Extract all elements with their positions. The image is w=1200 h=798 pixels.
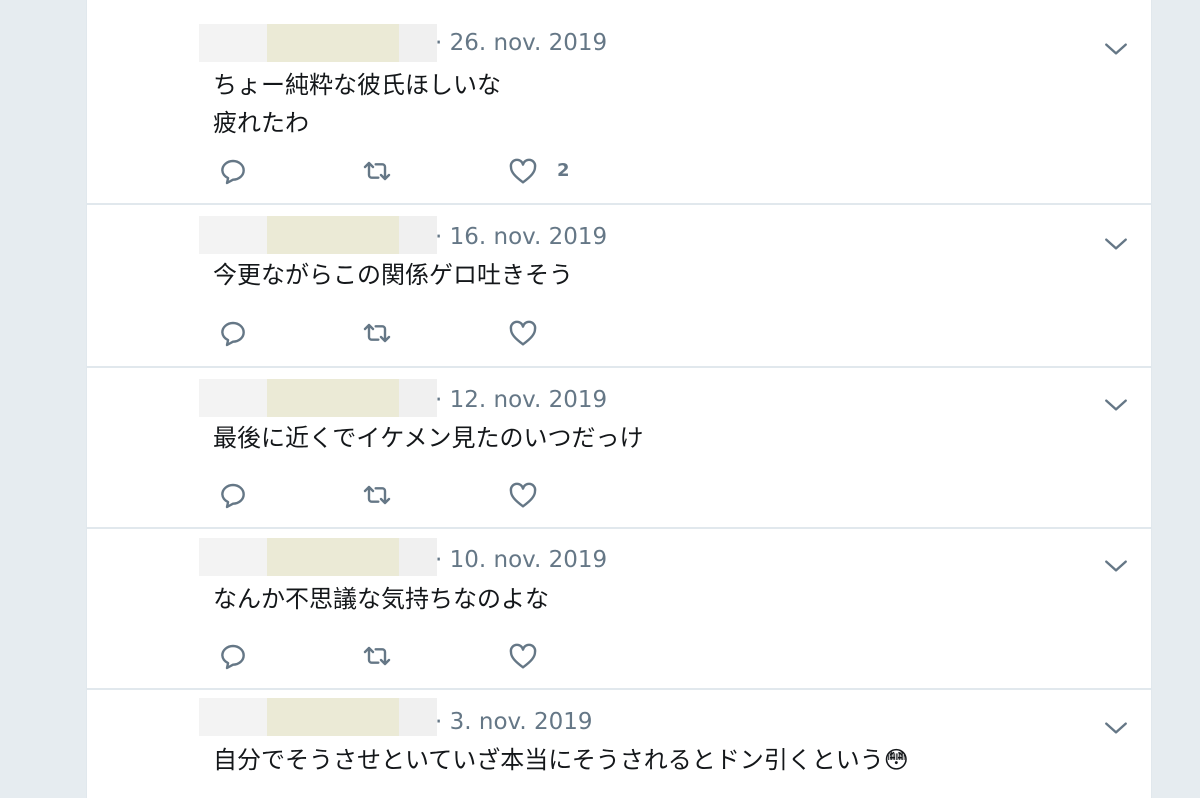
retweet-icon[interactable] xyxy=(361,317,393,349)
chevron-down-icon[interactable] xyxy=(1103,392,1129,418)
timeline: · 26. nov. 2019 ちょー純粋な彼氏ほしいな 疲れたわ 2 · 16… xyxy=(86,0,1152,798)
reply-icon[interactable] xyxy=(217,479,249,511)
tweet[interactable]: · 26. nov. 2019 ちょー純粋な彼氏ほしいな 疲れたわ 2 xyxy=(87,6,1151,205)
tweet-date[interactable]: · 12. nov. 2019 xyxy=(435,387,607,413)
tweet-text: ちょー純粋な彼氏ほしいな 疲れたわ xyxy=(213,71,501,137)
retweet-icon[interactable] xyxy=(361,479,393,511)
tweet-text: 自分でそうさせといていざ本当にそうされるとドン引くという😳 xyxy=(213,746,909,774)
tweet-text: なんか不思議な気持ちなのよな xyxy=(213,585,549,613)
heart-icon[interactable] xyxy=(507,640,539,672)
chevron-down-icon[interactable] xyxy=(1103,553,1129,579)
tweet-date[interactable]: · 26. nov. 2019 xyxy=(435,30,607,56)
heart-icon[interactable] xyxy=(507,317,539,349)
tweet-text: 最後に近くでイケメン見たのいつだっけ xyxy=(213,424,644,452)
chevron-down-icon[interactable] xyxy=(1103,715,1129,741)
tweet[interactable]: · 12. nov. 2019 最後に近くでイケメン見たのいつだっけ xyxy=(87,368,1151,529)
heart-icon[interactable] xyxy=(507,479,539,511)
tweet-date[interactable]: · 10. nov. 2019 xyxy=(435,547,607,573)
retweet-icon[interactable] xyxy=(361,155,393,187)
redacted-username xyxy=(199,24,437,62)
redacted-username xyxy=(199,379,437,417)
tweet-text: 今更ながらこの関係ゲロ吐きそう xyxy=(213,261,573,289)
redacted-username xyxy=(199,216,437,254)
tweet[interactable]: · 16. nov. 2019 今更ながらこの関係ゲロ吐きそう xyxy=(87,205,1151,368)
tweet-date[interactable]: · 16. nov. 2019 xyxy=(435,224,607,250)
chevron-down-icon[interactable] xyxy=(1103,231,1129,257)
redacted-username xyxy=(199,698,437,736)
reply-icon[interactable] xyxy=(217,317,249,349)
redacted-username xyxy=(199,538,437,576)
tweet[interactable]: · 10. nov. 2019 なんか不思議な気持ちなのよな xyxy=(87,529,1151,690)
like-count: 2 xyxy=(557,160,570,181)
retweet-icon[interactable] xyxy=(361,640,393,672)
reply-icon[interactable] xyxy=(217,640,249,672)
tweet[interactable]: · 3. nov. 2019 自分でそうさせといていざ本当にそうされるとドン引く… xyxy=(87,690,1151,798)
reply-icon[interactable] xyxy=(217,155,249,187)
chevron-down-icon[interactable] xyxy=(1103,36,1129,62)
tweet-date[interactable]: · 3. nov. 2019 xyxy=(435,709,593,735)
heart-icon[interactable] xyxy=(507,155,539,187)
